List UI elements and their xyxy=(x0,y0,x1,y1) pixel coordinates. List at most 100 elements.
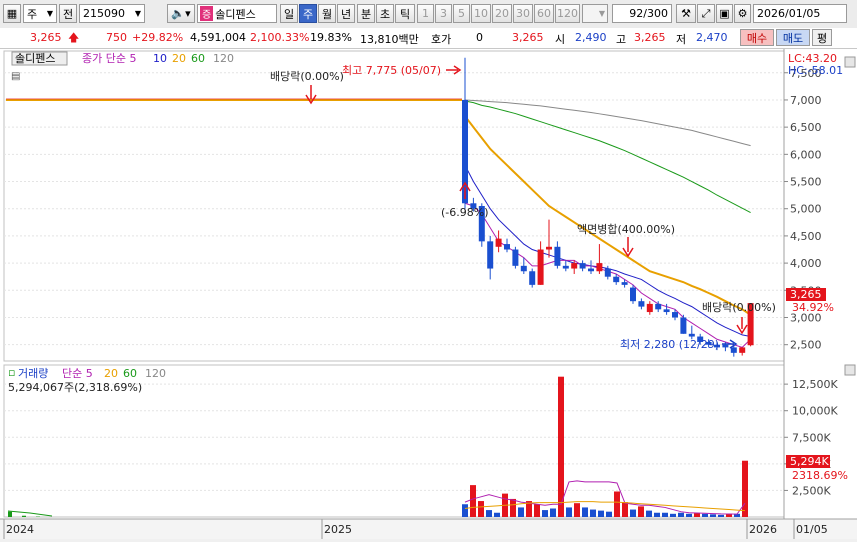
chevron-down-icon: ▼ xyxy=(135,9,141,18)
volume-bar xyxy=(702,514,708,517)
annotation-dividend-2: 배당락(0.00%) xyxy=(702,301,776,314)
volume-bar xyxy=(478,501,484,517)
save-icon[interactable]: ▣ xyxy=(716,4,733,23)
prev-button[interactable]: 전 xyxy=(59,4,77,23)
candle-body xyxy=(554,247,560,266)
volume-bar xyxy=(670,514,676,517)
candle-body xyxy=(689,334,695,337)
candle-body xyxy=(512,250,518,266)
price-change-pct: +29.82% xyxy=(132,31,183,44)
x-axis-bar xyxy=(0,519,857,539)
annotation-high: 최고 7,775 (05/07) xyxy=(342,64,441,77)
x-tick-label: 01/05 xyxy=(796,523,828,536)
volume-bar xyxy=(582,507,588,517)
volume-bar xyxy=(694,513,700,517)
volume-scroll-button[interactable] xyxy=(845,365,855,375)
candle-body xyxy=(731,347,737,352)
indicator-icon[interactable]: ⚒ xyxy=(676,4,696,23)
chart-svg[interactable]: 2,5003,0003,5004,0004,5005,0005,5006,000… xyxy=(0,49,857,539)
mode-select[interactable]: 주 ▼ xyxy=(23,4,57,23)
volume-bar xyxy=(622,502,628,517)
interval-button-30[interactable]: 30 xyxy=(513,4,533,23)
hc-label: HC:-58.01 xyxy=(788,64,843,77)
open-label: 시 xyxy=(555,31,565,47)
period-week-button[interactable]: 주 xyxy=(299,4,317,23)
trade-amount: 13,810백만 xyxy=(360,31,419,47)
period-tick-button[interactable]: 틱 xyxy=(395,4,415,23)
mode-label: 주 xyxy=(27,6,37,22)
last-volume-value: 5,294K xyxy=(790,455,829,468)
count-field[interactable]: 92/300 xyxy=(612,4,672,23)
eval-button[interactable]: 평 xyxy=(812,29,832,46)
code-input[interactable]: 215090 ▼ xyxy=(79,4,145,23)
interval-button-5[interactable]: 5 xyxy=(453,4,470,23)
candle-body xyxy=(622,282,628,285)
stock-name-field[interactable]: 증 솔디펜스 xyxy=(197,4,277,23)
period-min-button[interactable]: 분 xyxy=(357,4,375,23)
volume-bar xyxy=(718,515,724,517)
candle-body xyxy=(605,269,611,277)
legend-toggle-icon[interactable]: ▤ xyxy=(11,71,20,82)
sell-button[interactable]: 매도 xyxy=(776,29,810,46)
volume-tick-label: 12,500K xyxy=(792,378,838,391)
x-tick-label: 2024 xyxy=(6,523,34,536)
period-year-button[interactable]: 년 xyxy=(337,4,355,23)
interval-button-20[interactable]: 20 xyxy=(492,4,512,23)
volume-bar xyxy=(606,512,612,517)
volume-legend-ma120: 120 xyxy=(145,367,166,380)
period-day-button[interactable]: 일 xyxy=(280,4,298,23)
last-volume-pct: 2318.69% xyxy=(792,469,848,482)
speaker-icon[interactable]: 🔈▾ xyxy=(167,4,195,23)
candle-body xyxy=(722,345,728,348)
low-price: 2,470 xyxy=(696,31,728,44)
scroll-up-button[interactable] xyxy=(845,57,855,67)
date-field[interactable]: 2026/01/05 xyxy=(753,4,847,23)
open-price: 2,490 xyxy=(575,31,607,44)
volume-summary: 5,294,067주(2,318.69%) xyxy=(8,381,142,394)
period-month-button[interactable]: 월 xyxy=(318,4,336,23)
price-tick-label: 4,500 xyxy=(790,230,822,243)
candle-body xyxy=(664,309,670,312)
volume-bar xyxy=(574,503,580,517)
volume-legend-ma5: 단순 5 xyxy=(62,367,93,380)
gear-icon[interactable]: ⚙ xyxy=(734,4,751,23)
draw-tool-icon[interactable]: ⤢ xyxy=(697,4,715,23)
stock-name: 솔디펜스 xyxy=(215,6,255,22)
candle-body xyxy=(739,347,745,352)
price-title: 솔디펜스 xyxy=(15,52,55,65)
interval-button-120[interactable]: 120 xyxy=(555,4,580,23)
volume-pct: 2,100.33% xyxy=(250,31,309,44)
date-value: 2026/01/05 xyxy=(757,7,820,20)
volume-bar xyxy=(462,504,468,517)
high-price: 3,265 xyxy=(634,31,666,44)
candle-body xyxy=(638,301,644,306)
volume-bar xyxy=(470,485,476,517)
price-tick-label: 5,500 xyxy=(790,176,822,189)
price-tick-label: 7,000 xyxy=(790,94,822,107)
count-value: 92 xyxy=(629,7,643,20)
candle-body xyxy=(546,247,552,250)
buy-button[interactable]: 매수 xyxy=(740,29,774,46)
price-tick-label: 5,000 xyxy=(790,203,822,216)
volume-bar xyxy=(566,507,572,517)
volume-marker-icon: ▫ xyxy=(8,366,15,379)
interval-button-10[interactable]: 10 xyxy=(471,4,491,23)
volume-bar xyxy=(550,508,556,517)
interval-button-3[interactable]: 3 xyxy=(435,4,452,23)
period-sec-button[interactable]: 초 xyxy=(376,4,394,23)
price-tick-label: 4,000 xyxy=(790,257,822,270)
grid-menu-icon[interactable]: ▦ xyxy=(3,4,21,23)
volume-tick-label: 10,000K xyxy=(792,405,838,418)
interval-button-60[interactable]: 60 xyxy=(534,4,554,23)
price-legend-ma5: 종가 단순 5 xyxy=(82,52,136,65)
candle-body xyxy=(538,250,544,285)
custom-interval-input[interactable]: ▼ xyxy=(582,4,608,23)
price-legend-ma120: 120 xyxy=(213,52,234,65)
candle-body xyxy=(504,244,510,249)
chevron-down-icon: ▼ xyxy=(599,9,605,18)
interval-button-1[interactable]: 1 xyxy=(417,4,434,23)
volume-bar xyxy=(646,511,652,517)
price-legend-ma20: 20 xyxy=(172,52,186,65)
annotation-low: 최저 2,280 (12/29) xyxy=(620,338,719,351)
hoga-price: 3,265 xyxy=(512,31,544,44)
